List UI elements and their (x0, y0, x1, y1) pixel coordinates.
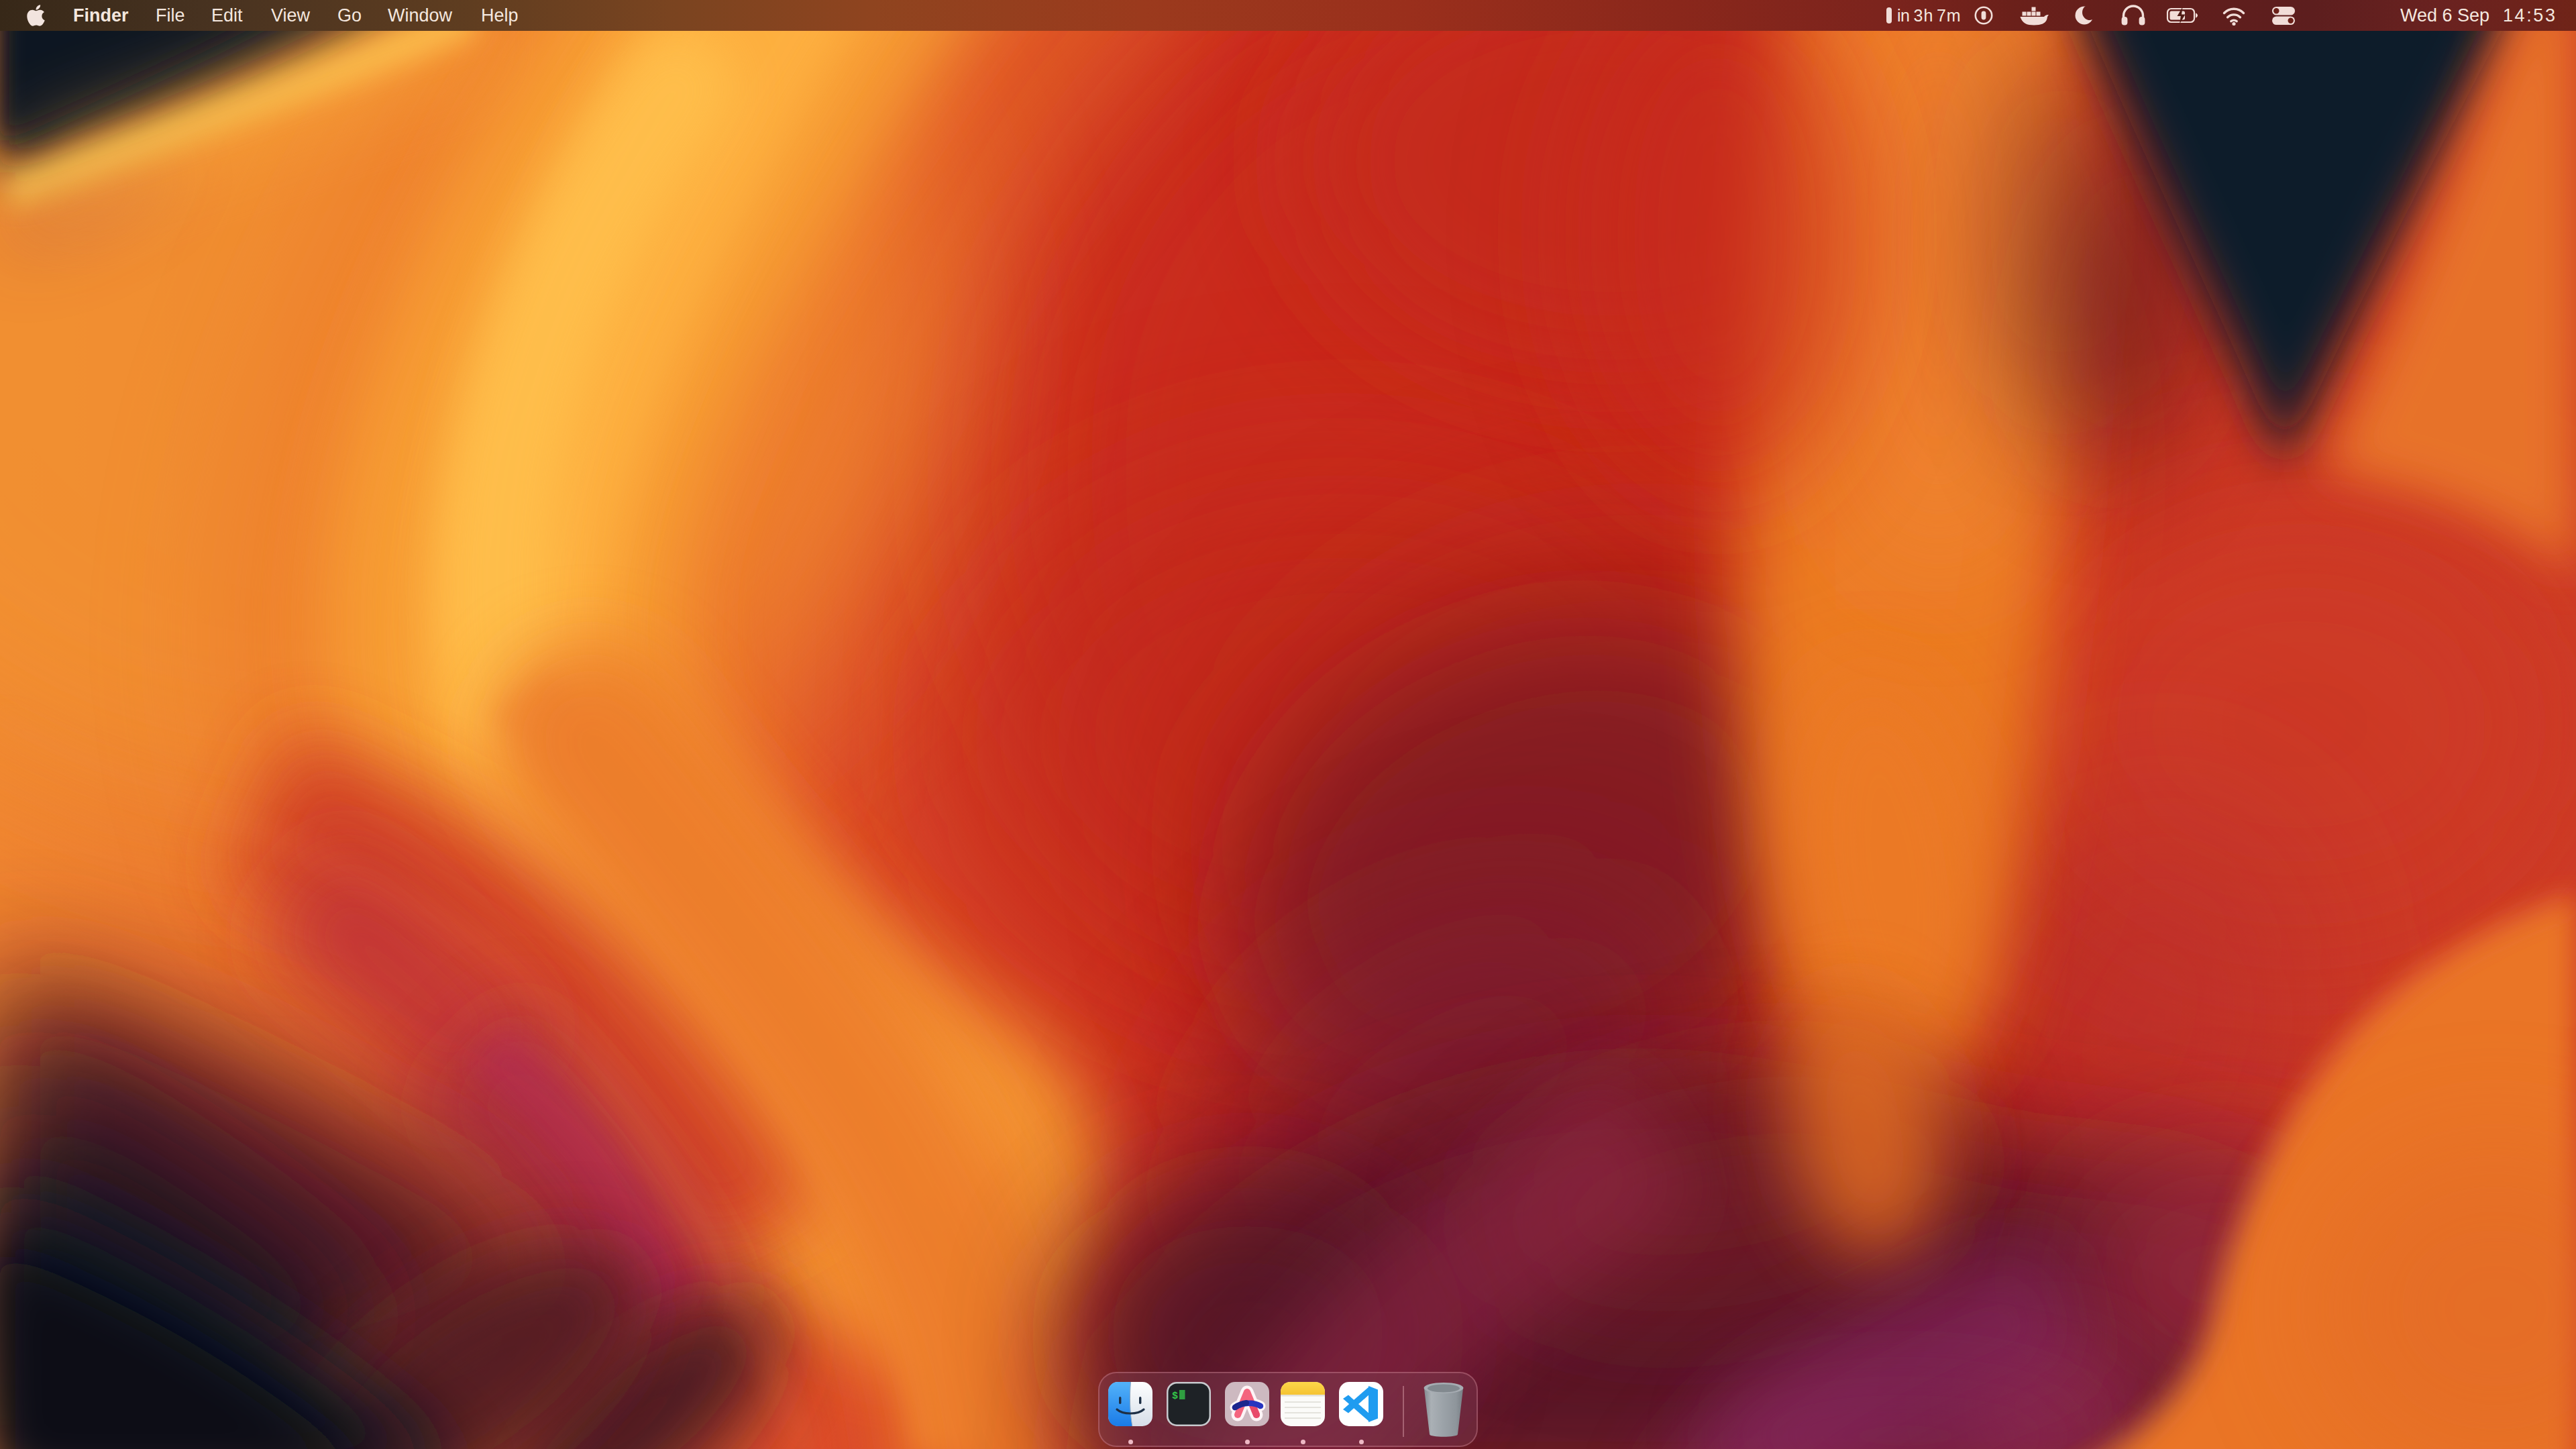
svg-text:$: $ (1172, 1391, 1178, 1402)
